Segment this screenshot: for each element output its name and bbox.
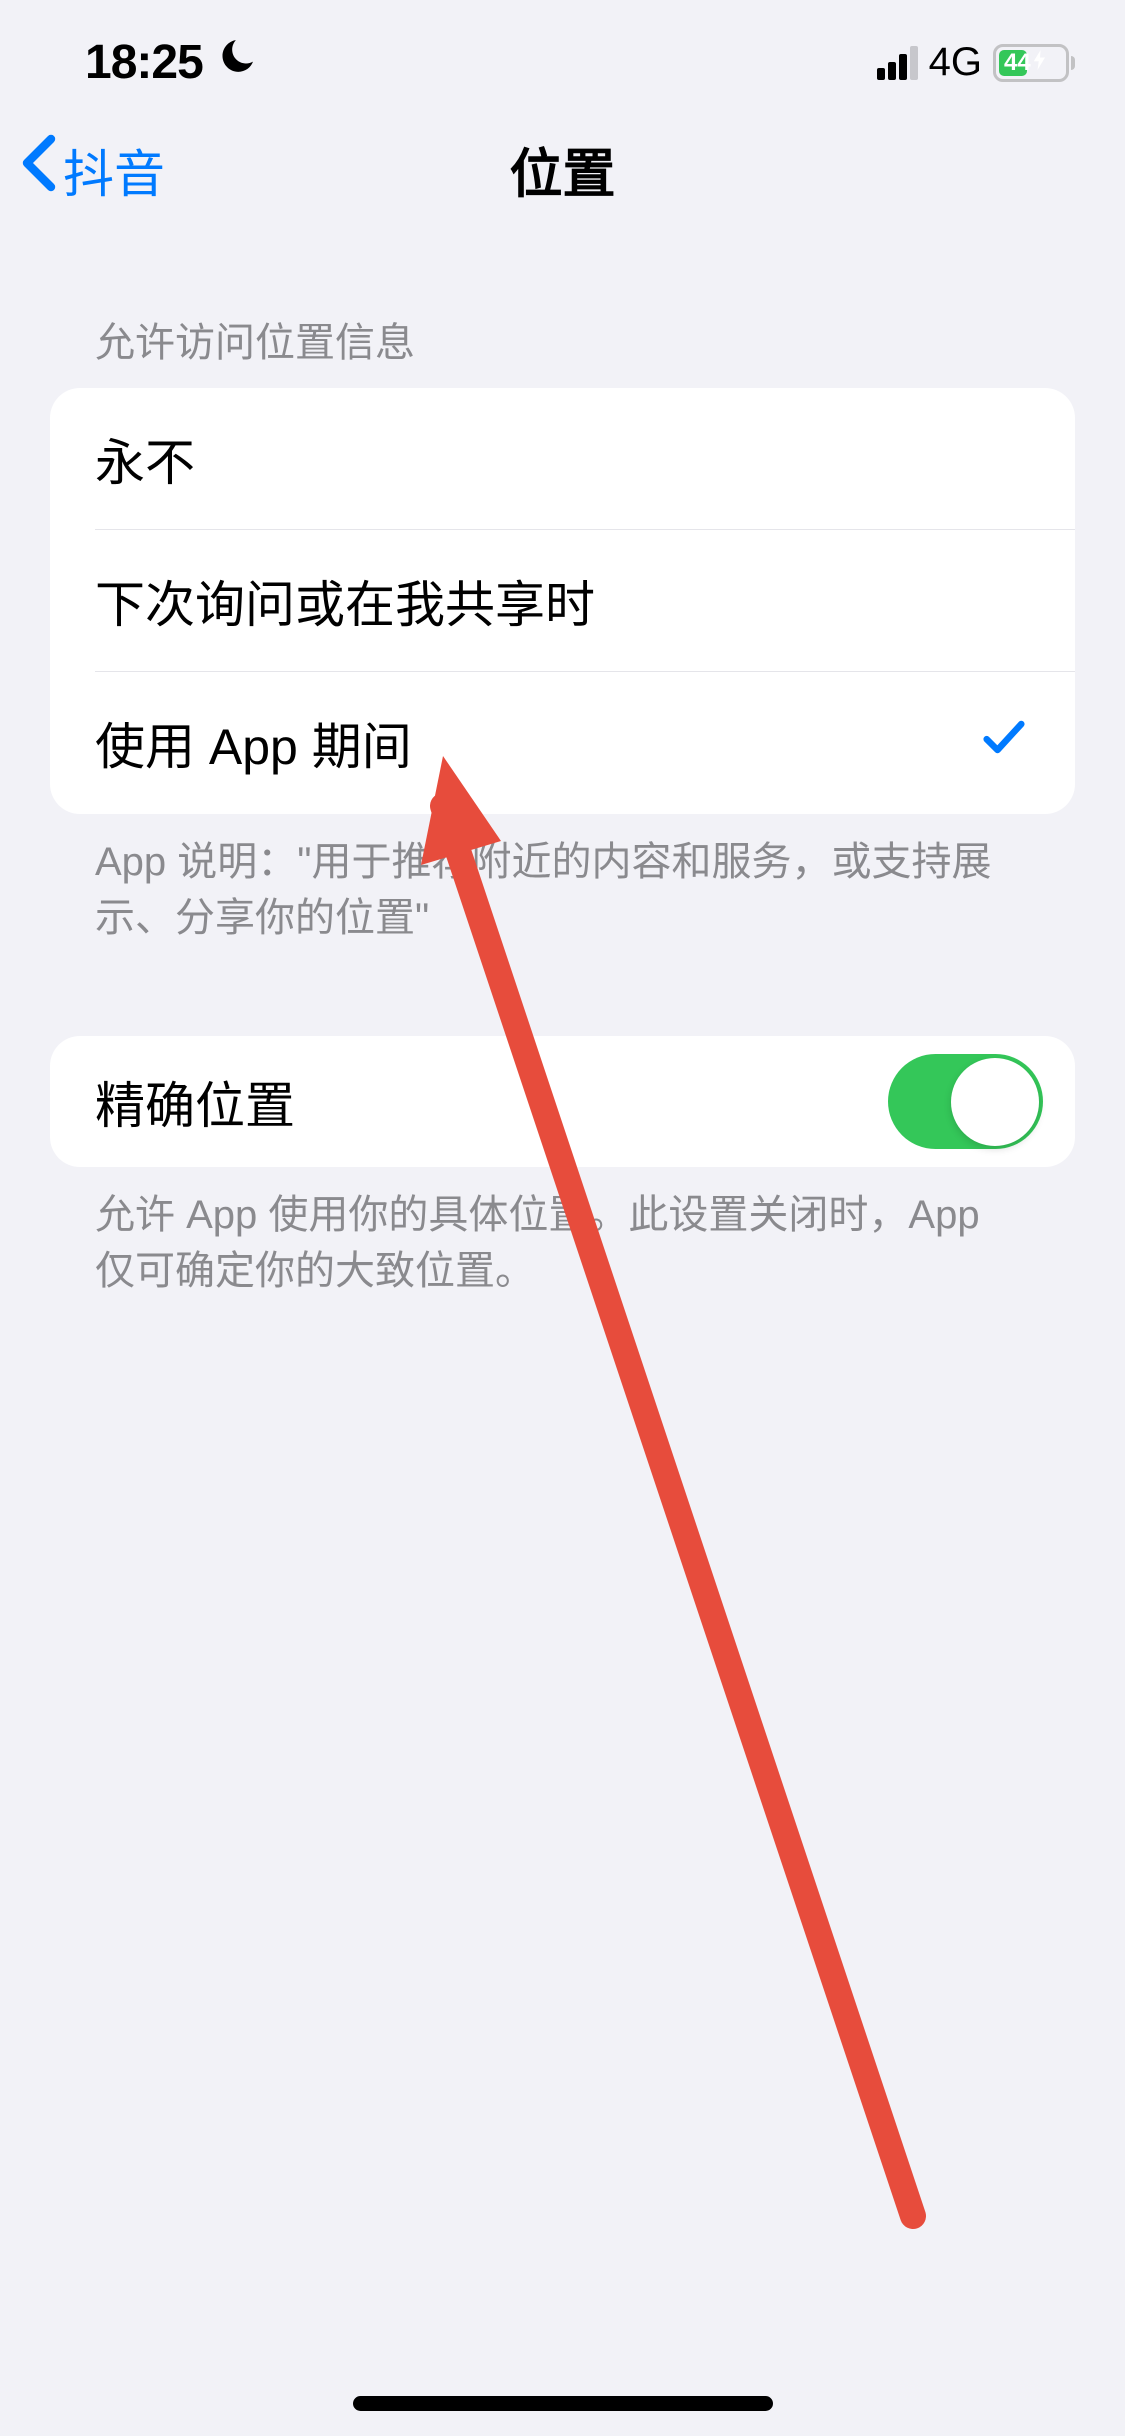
do-not-disturb-icon <box>215 36 255 86</box>
chevron-left-icon <box>20 133 58 207</box>
option-while-using[interactable]: 使用 App 期间 <box>50 672 1075 814</box>
charging-icon <box>1032 50 1048 76</box>
precise-location-label: 精确位置 <box>95 1066 295 1138</box>
status-left: 18:25 <box>85 35 255 90</box>
option-label: 下次询问或在我共享时 <box>95 565 595 637</box>
home-indicator[interactable] <box>353 2396 773 2411</box>
option-label: 使用 App 期间 <box>95 707 412 779</box>
status-right: 4G 44 <box>877 40 1075 85</box>
section-footer-precise: 允许 App 使用你的具体位置。此设置关闭时，App 仅可确定你的大致位置。 <box>50 1167 1075 1299</box>
section-header-location: 允许访问位置信息 <box>50 235 1075 388</box>
back-button[interactable]: 抖音 <box>20 133 165 207</box>
status-bar: 18:25 4G 44 <box>0 0 1125 105</box>
page-title: 位置 <box>20 132 1105 208</box>
signal-icon <box>877 46 918 80</box>
precise-location-toggle[interactable] <box>888 1054 1043 1149</box>
option-never[interactable]: 永不 <box>50 388 1075 530</box>
precise-location-row[interactable]: 精确位置 <box>50 1036 1075 1167</box>
network-label: 4G <box>929 40 982 85</box>
nav-bar: 抖音 位置 <box>0 105 1125 235</box>
option-label: 永不 <box>95 423 195 495</box>
battery-icon: 44 <box>993 44 1075 82</box>
option-ask-next-time[interactable]: 下次询问或在我共享时 <box>50 530 1075 672</box>
precise-location-group: 精确位置 <box>50 1036 1075 1167</box>
toggle-knob <box>951 1058 1039 1146</box>
battery-percent: 44 <box>1004 49 1031 77</box>
location-options-group: 永不 下次询问或在我共享时 使用 App 期间 <box>50 388 1075 814</box>
back-label: 抖音 <box>63 133 165 207</box>
section-footer-app-desc: App 说明："用于推荐附近的内容和服务，或支持展示、分享你的位置" <box>50 814 1075 946</box>
status-time: 18:25 <box>85 35 203 90</box>
checkmark-icon <box>978 711 1030 775</box>
